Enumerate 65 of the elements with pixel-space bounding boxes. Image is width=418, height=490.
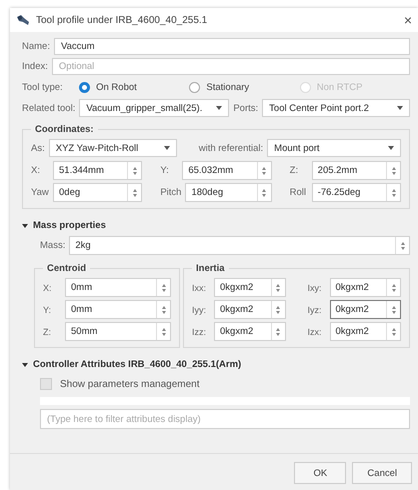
field-label: Izx: <box>308 326 323 336</box>
dialog-button[interactable]: OK <box>294 462 346 484</box>
dropdown[interactable]: Mount port <box>267 139 401 157</box>
spin-box[interactable]: 0deg <box>53 183 142 202</box>
spin-box[interactable]: 65.032mm <box>182 161 272 180</box>
expander-icon[interactable] <box>22 362 28 366</box>
spin-box[interactable]: 0kgxm2 <box>330 322 401 341</box>
spin-box[interactable]: 0mm <box>65 300 171 319</box>
spin-box[interactable]: 0kgxm2 <box>330 300 401 319</box>
parameters-checkbox[interactable]: Show parameters management <box>40 375 410 393</box>
group-title: Inertia <box>195 263 226 274</box>
field-label: Z: <box>290 165 300 176</box>
field-label: Mass: <box>40 240 66 251</box>
spin-box[interactable]: 205.2mm <box>312 161 401 180</box>
field-label: Name: <box>22 41 50 52</box>
field-label: with referential: <box>198 142 264 154</box>
field-label: Related tool: <box>22 102 76 114</box>
dialog-button[interactable]: Cancel <box>352 462 412 484</box>
field-label: Tool type: <box>22 82 64 92</box>
field-label: Iyz: <box>308 304 323 314</box>
spin-box[interactable]: 0kgxm2 <box>330 278 401 297</box>
field-label: Ports: <box>233 102 258 114</box>
name-field[interactable]: Vaccum <box>54 38 410 55</box>
field-label: Izz: <box>192 326 208 336</box>
field-label: As: <box>31 142 45 154</box>
field-label: X: <box>31 165 41 176</box>
spin-box[interactable]: 0kgxm2 <box>214 322 286 341</box>
spin-box[interactable]: 0kgxm2 <box>214 278 286 297</box>
group-title: Centroid <box>46 263 88 274</box>
spin-box[interactable]: 0kgxm2 <box>214 300 286 319</box>
field-label: Roll <box>290 187 308 198</box>
caret-icon <box>397 106 403 110</box>
radio-option[interactable]: On Robot <box>79 82 190 92</box>
section-title: Mass properties <box>33 220 106 231</box>
group-title: Coordinates: <box>34 124 95 135</box>
spin-box[interactable]: -76.25deg <box>312 183 401 202</box>
dropdown[interactable]: Tool Center Point port.2 <box>262 99 410 117</box>
field-label: Yaw <box>31 187 49 198</box>
field-label: Y: <box>160 165 170 176</box>
caret-icon <box>164 146 170 150</box>
filter-field[interactable]: (Type here to filter attributes display) <box>40 409 410 429</box>
spin-box[interactable]: 2kg <box>69 236 410 255</box>
field-label: Index: <box>22 61 48 72</box>
field-label: Y: <box>43 304 52 314</box>
field-label: Ixx: <box>192 282 208 292</box>
index-field[interactable]: Optional <box>52 58 410 75</box>
caret-icon <box>216 106 222 110</box>
spin-box[interactable]: 51.344mm <box>53 161 142 180</box>
spin-box[interactable]: 0mm <box>65 278 171 297</box>
field-label: Ixy: <box>308 282 323 292</box>
expander-icon[interactable] <box>22 224 28 228</box>
section-title: Controller Attributes IRB_4600_40_255.1(Arm) <box>33 359 242 370</box>
dropdown[interactable]: Vacuum_gripper_small(25). <box>79 99 230 117</box>
field-label: Z: <box>43 326 52 336</box>
close-button[interactable]: × <box>404 12 412 28</box>
dropdown[interactable]: XYZ Yaw-Pitch-Roll <box>48 139 177 157</box>
field-label: X: <box>43 282 53 292</box>
caret-icon <box>388 146 394 150</box>
spin-box[interactable]: 50mm <box>65 322 171 341</box>
window-title: Tool profile under IRB_4600_40_255.1 <box>36 14 208 26</box>
spin-box[interactable]: 180deg <box>185 183 272 202</box>
radio-option[interactable]: Stationary <box>189 82 300 92</box>
wrench-icon <box>16 14 30 26</box>
field-label: Pitch <box>160 187 182 198</box>
field-label: Iyy: <box>192 304 208 314</box>
